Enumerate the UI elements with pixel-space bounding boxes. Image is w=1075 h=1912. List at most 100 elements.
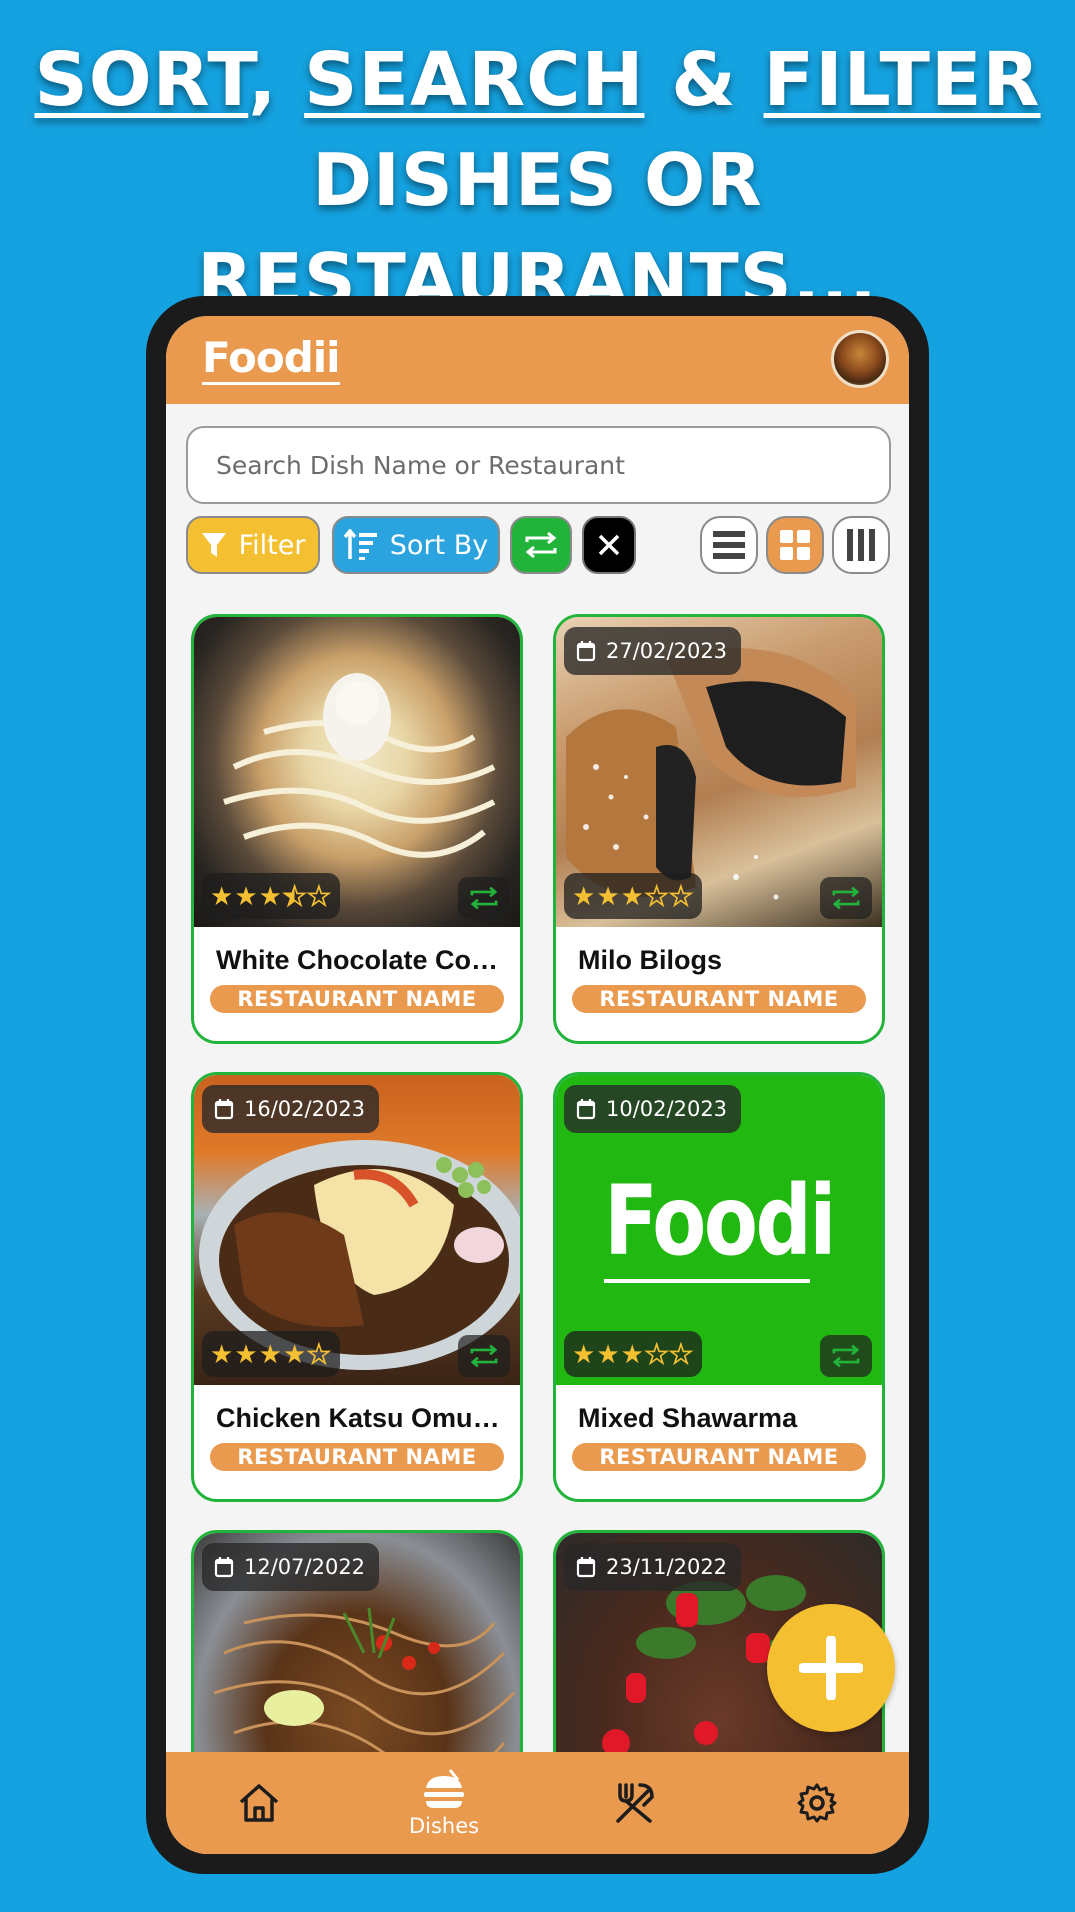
date-text: 23/11/2022 (606, 1555, 728, 1579)
star-full-icon: ★ (572, 1339, 596, 1369)
clear-filters-button[interactable] (582, 516, 636, 574)
repeat-badge (820, 877, 872, 919)
column-view-button[interactable] (832, 516, 890, 574)
star-full-icon: ★ (234, 881, 258, 911)
dish-name: Chicken Katsu Omuri... (216, 1403, 508, 1433)
star-full-icon: ★ (620, 1339, 644, 1369)
sort-label: Sort By (389, 529, 489, 561)
toolbar: Filter Sort By (186, 516, 891, 574)
restaurant-name: RESTAURANT NAME (572, 1443, 866, 1471)
rating-stars: ★ ★ ★ ★ ★ (202, 1331, 340, 1377)
headline-filter: FILTER (763, 37, 1041, 123)
dish-name: Mixed Shawarma (578, 1403, 798, 1433)
add-dish-button[interactable] (767, 1604, 895, 1732)
app-screen: Foodii Filter Sort By (166, 316, 909, 1854)
star-full-icon: ★ (620, 881, 644, 911)
restaurant-name: RESTAURANT NAME (210, 985, 504, 1013)
toggle-repeat-button[interactable] (510, 516, 572, 574)
placeholder-logo-underline (604, 1279, 810, 1283)
headline-sort: SORT (34, 37, 249, 123)
repeat-icon (525, 531, 557, 559)
date-text: 16/02/2023 (244, 1097, 366, 1121)
star-full-icon: ★ (596, 881, 620, 911)
star-half-icon: ★ (282, 881, 307, 911)
search-input[interactable] (216, 450, 861, 480)
nav-dishes-label: Dishes (408, 1814, 480, 1838)
placeholder-logo: Foodi (604, 1165, 836, 1277)
star-empty-icon: ★ (644, 881, 669, 911)
app-bar: Foodii (166, 316, 909, 404)
dish-card[interactable]: Foodi 10/02/2023 ★ ★ ★ ★ ★ Mixed Shawarma RE… (553, 1072, 885, 1502)
star-full-icon: ★ (258, 1339, 282, 1369)
star-full-icon: ★ (210, 1339, 234, 1369)
repeat-icon (470, 1344, 498, 1368)
restaurant-name: RESTAURANT NAME (210, 1443, 504, 1471)
repeat-icon (832, 886, 860, 910)
star-empty-icon: ★ (306, 881, 331, 911)
date-badge: 12/07/2022 (202, 1543, 380, 1591)
rating-stars: ★ ★ ★ ★ ★ (564, 873, 702, 919)
bottom-navigation: Dishes (166, 1752, 909, 1854)
date-text: 10/02/2023 (606, 1097, 728, 1121)
filter-icon (201, 533, 226, 557)
repeat-badge (458, 877, 510, 919)
dish-card[interactable]: 12/07/2022 (191, 1530, 523, 1756)
burger-icon (424, 1769, 464, 1808)
search-box[interactable] (186, 426, 891, 504)
star-full-icon: ★ (258, 881, 282, 911)
star-full-icon: ★ (282, 1339, 307, 1369)
profile-avatar[interactable] (831, 330, 889, 388)
date-badge: 16/02/2023 (202, 1085, 380, 1133)
column-view-icon (847, 529, 875, 561)
calendar-icon (576, 1099, 596, 1120)
star-full-icon: ★ (572, 881, 596, 911)
restaurant-name: RESTAURANT NAME (572, 985, 866, 1013)
headline-amp: & (644, 37, 764, 123)
gear-icon (797, 1783, 837, 1823)
star-full-icon: ★ (234, 1339, 258, 1369)
headline-search: SEARCH (304, 37, 645, 123)
nav-dishes[interactable]: Dishes (384, 1752, 504, 1854)
nav-home[interactable] (199, 1752, 319, 1854)
date-badge: 10/02/2023 (564, 1085, 742, 1133)
nav-settings[interactable] (757, 1752, 877, 1854)
repeat-icon (470, 886, 498, 910)
dish-grid: ★ ★ ★ ★ ★ White Chocolate Coo... RESTAURANT … (166, 596, 909, 1756)
sort-icon (343, 529, 377, 560)
list-view-button[interactable] (700, 516, 758, 574)
sort-button[interactable]: Sort By (332, 516, 500, 574)
date-text: 12/07/2022 (244, 1555, 366, 1579)
list-view-icon (713, 531, 745, 559)
dish-card[interactable]: 27/02/2023 ★ ★ ★ ★ ★ Milo Bilogs RESTAURANT … (553, 614, 885, 1044)
grid-view-icon (780, 530, 810, 560)
phone-frame: Foodii Filter Sort By (146, 296, 929, 1874)
rating-stars: ★ ★ ★ ★ ★ (564, 1331, 702, 1377)
star-empty-icon: ★ (306, 1339, 331, 1369)
rating-stars: ★ ★ ★ ★ ★ (202, 873, 340, 919)
grid-view-button[interactable] (766, 516, 824, 574)
calendar-icon (214, 1557, 234, 1578)
calendar-icon (214, 1099, 234, 1120)
date-badge: 23/11/2022 (564, 1543, 742, 1591)
star-full-icon: ★ (210, 881, 234, 911)
calendar-icon (576, 641, 596, 662)
nav-restaurants[interactable] (574, 1752, 694, 1854)
date-text: 27/02/2023 (606, 639, 728, 663)
star-empty-icon: ★ (668, 881, 693, 911)
calendar-icon (576, 1557, 596, 1578)
dish-card[interactable]: 16/02/2023 ★ ★ ★ ★ ★ Chicken Katsu Omuri... … (191, 1072, 523, 1502)
dish-name: Milo Bilogs (578, 945, 722, 975)
date-badge: 27/02/2023 (564, 627, 742, 675)
dish-card[interactable]: ★ ★ ★ ★ ★ White Chocolate Coo... RESTAURANT … (191, 614, 523, 1044)
headline-comma: , (248, 37, 305, 123)
promo-headline: SORT, SEARCH & FILTER DISHES OR RESTAURA… (0, 30, 1075, 330)
utensils-icon (616, 1783, 654, 1823)
filter-button[interactable]: Filter (186, 516, 320, 574)
repeat-badge (458, 1335, 510, 1377)
star-empty-icon: ★ (644, 1339, 669, 1369)
close-icon (598, 534, 620, 556)
headline-line-1: SORT, SEARCH & FILTER (0, 30, 1075, 130)
repeat-badge (820, 1335, 872, 1377)
app-logo: Foodii (202, 334, 341, 385)
repeat-icon (832, 1344, 860, 1368)
